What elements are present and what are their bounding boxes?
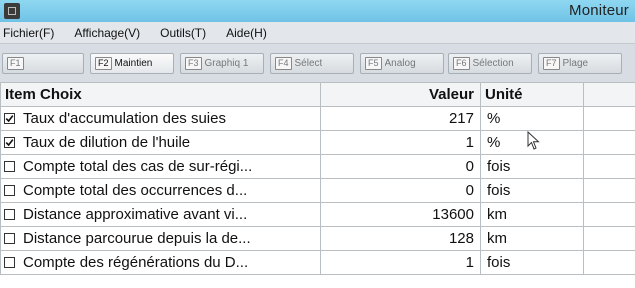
menu-help[interactable]: Aide(H)	[226, 26, 267, 40]
empty-cell	[583, 202, 635, 227]
unit-cell: %	[480, 106, 584, 131]
item-cell: Distance approximative avant vi...	[0, 202, 321, 227]
tab-label: Sélect	[294, 58, 323, 69]
column-header-item[interactable]: Item Choix	[0, 82, 321, 107]
fkey-label: F4	[275, 57, 292, 70]
value-cell: 128	[320, 226, 481, 251]
value-cell: 0	[320, 178, 481, 203]
table-row[interactable]: Compte total des occurrences d... 0 fois	[0, 178, 635, 203]
checkbox-checked[interactable]	[4, 113, 15, 124]
item-name: Distance parcourue depuis la de...	[23, 230, 251, 247]
menu-file[interactable]: Fichier(F)	[3, 26, 54, 40]
item-cell: Compte des régénérations du D...	[0, 250, 321, 275]
empty-cell	[583, 178, 635, 203]
item-cell: Distance parcourue depuis la de...	[0, 226, 321, 251]
tab-label: Maintien	[114, 58, 153, 69]
fkey-label: F7	[543, 57, 560, 70]
fkey-label: F3	[185, 57, 202, 70]
checkbox-unchecked[interactable]	[4, 257, 15, 268]
table-row[interactable]: Distance parcourue depuis la de... 128 km	[0, 226, 635, 251]
checkbox-unchecked[interactable]	[4, 161, 15, 172]
empty-cell	[583, 226, 635, 251]
checkbox-unchecked[interactable]	[4, 185, 15, 196]
fkey-label: F2	[95, 57, 112, 70]
table-header-row: Item Choix Valeur Unité	[0, 82, 635, 107]
table-row[interactable]: Taux d'accumulation des suies 217%	[0, 106, 635, 131]
tab-label: Plage	[562, 58, 589, 69]
unit-cell: km	[480, 202, 584, 227]
item-name: Compte total des occurrences d...	[23, 182, 248, 199]
value-cell: 13600	[320, 202, 481, 227]
item-name: Taux d'accumulation des suies	[23, 110, 226, 127]
fkey-label: F6	[453, 57, 470, 70]
function-key-toolbar: F1 F2 Maintien F3 Graphiq 1 F4 Sélect F5…	[0, 44, 635, 83]
empty-cell	[583, 250, 635, 275]
fkey-label: F5	[365, 57, 382, 70]
tab-label: Analog	[384, 58, 416, 69]
mouse-cursor-icon	[527, 131, 540, 150]
empty-cell	[583, 154, 635, 179]
title-bar: Moniteur	[0, 0, 635, 23]
checkbox-checked[interactable]	[4, 137, 15, 148]
item-name: Distance approximative avant vi...	[23, 206, 248, 223]
fkey-label: F1	[7, 57, 24, 70]
column-header-unit[interactable]: Unité	[480, 82, 584, 107]
item-cell: Compte total des cas de sur-régi...	[0, 154, 321, 179]
app-icon[interactable]	[4, 3, 20, 19]
unit-cell: km	[480, 226, 584, 251]
tab-selection[interactable]: F6 Sélection	[448, 53, 532, 74]
empty-cell	[583, 106, 635, 131]
menu-tools[interactable]: Outils(T)	[160, 26, 206, 40]
tab-f1[interactable]: F1	[2, 53, 84, 74]
data-grid: Item Choix Valeur Unité Taux d'accumulat…	[0, 82, 635, 288]
unit-cell: fois	[480, 154, 584, 179]
item-cell: Taux de dilution de l'huile	[0, 130, 321, 155]
value-cell: 0	[320, 154, 481, 179]
value-cell: 217	[320, 106, 481, 131]
value-cell: 1	[320, 250, 481, 275]
check-icon	[5, 139, 14, 147]
tab-maintien[interactable]: F2 Maintien	[90, 53, 174, 74]
column-header-value[interactable]: Valeur	[320, 82, 481, 107]
menu-view[interactable]: Affichage(V)	[74, 26, 140, 40]
tab-label: Sélection	[472, 58, 514, 69]
checkbox-unchecked[interactable]	[4, 233, 15, 244]
item-cell: Compte total des occurrences d...	[0, 178, 321, 203]
empty-cell	[583, 130, 635, 155]
tab-label: Graphiq 1	[204, 58, 249, 69]
table-row[interactable]: Compte des régénérations du D... 1 fois	[0, 250, 635, 275]
check-icon	[5, 115, 14, 123]
tab-analog[interactable]: F5 Analog	[360, 53, 444, 74]
table-row[interactable]: Distance approximative avant vi... 13600 k…	[0, 202, 635, 227]
checkbox-unchecked[interactable]	[4, 209, 15, 220]
tab-plage[interactable]: F7 Plage	[538, 53, 622, 74]
tab-select[interactable]: F4 Sélect	[270, 53, 354, 74]
item-cell: Taux d'accumulation des suies	[0, 106, 321, 131]
item-name: Compte total des cas de sur-régi...	[23, 158, 253, 175]
menu-bar: Fichier(F) Affichage(V) Outils(T) Aide(H…	[0, 22, 635, 44]
unit-cell: fois	[480, 178, 584, 203]
value-cell: 1	[320, 130, 481, 155]
column-header-empty	[583, 82, 635, 107]
tab-graphiq[interactable]: F3 Graphiq 1	[180, 53, 264, 74]
item-name: Taux de dilution de l'huile	[23, 134, 191, 151]
table-row[interactable]: Compte total des cas de sur-régi... 0 fois	[0, 154, 635, 179]
unit-cell: fois	[480, 250, 584, 275]
item-name: Compte des régénérations du D...	[23, 254, 249, 271]
window-title: Moniteur	[569, 2, 629, 19]
monitor-table: Item Choix Valeur Unité Taux d'accumulat…	[0, 82, 635, 275]
